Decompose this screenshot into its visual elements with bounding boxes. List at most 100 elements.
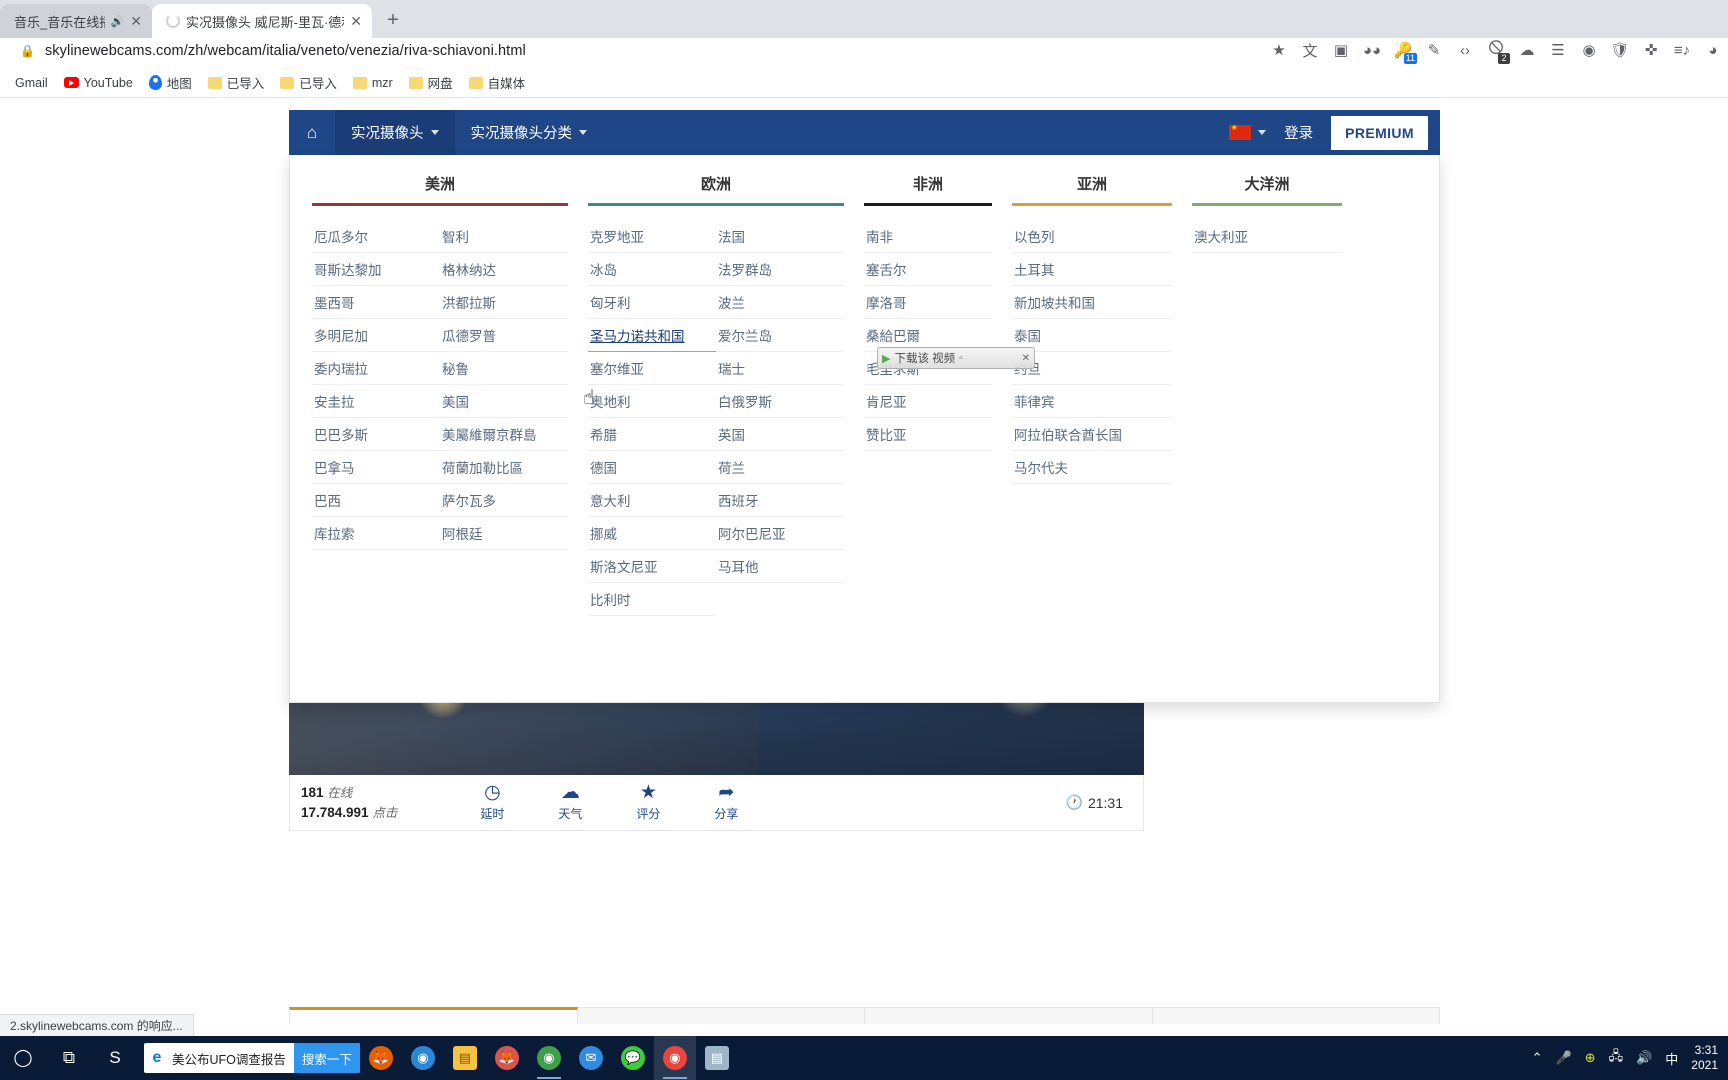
- country-link[interactable]: 巴西: [312, 484, 440, 517]
- browser-tab-active[interactable]: 实况摄像头 威尼斯-里瓦·德利·斯 ✕: [152, 4, 372, 38]
- profile-avatar-icon[interactable]: ◕: [1702, 39, 1724, 61]
- bookmark-gmail[interactable]: Gmail: [8, 72, 55, 94]
- country-link[interactable]: 泰国: [1012, 319, 1172, 352]
- pen-extension-icon[interactable]: ✎: [1423, 39, 1445, 61]
- network-icon[interactable]: 🖧: [1609, 1047, 1624, 1069]
- country-link[interactable]: 冰岛: [588, 253, 716, 286]
- code-extension-icon[interactable]: ‹›: [1454, 39, 1476, 61]
- start-circle-icon[interactable]: ◯: [0, 1036, 46, 1080]
- country-link[interactable]: 荷蘭加勒比區: [440, 451, 568, 484]
- login-link[interactable]: 登录: [1284, 122, 1313, 143]
- bookmark-folder-netdisk[interactable]: 网盘: [402, 69, 460, 96]
- country-link[interactable]: 克罗地亚: [588, 220, 716, 253]
- bookmark-maps[interactable]: 地图: [142, 69, 199, 96]
- country-link[interactable]: 斯洛文尼亚: [588, 550, 716, 583]
- country-link[interactable]: 以色列: [1012, 220, 1172, 253]
- shield-extension-icon[interactable]: 🛡: [1609, 39, 1631, 61]
- country-link[interactable]: 比利时: [588, 583, 716, 616]
- taskbar-app-notes[interactable]: ▤: [696, 1036, 738, 1080]
- timelapse-button[interactable]: ◷ 延时: [469, 783, 515, 822]
- tab-photos[interactable]: 照片: [865, 1007, 1153, 1024]
- country-link[interactable]: 法罗群岛: [716, 253, 844, 286]
- country-link[interactable]: 波兰: [716, 286, 844, 319]
- taskbar-app-waterfox[interactable]: 🦊: [486, 1036, 528, 1080]
- country-link[interactable]: 西班牙: [716, 484, 844, 517]
- country-link[interactable]: 洪都拉斯: [440, 286, 568, 319]
- country-link[interactable]: 肯尼亚: [864, 385, 992, 418]
- tab-description[interactable]: 说明: [577, 1007, 865, 1024]
- country-link[interactable]: 格林纳达: [440, 253, 568, 286]
- close-icon[interactable]: ✕: [130, 14, 142, 28]
- tray-expand-chevron-icon[interactable]: ⌃: [1532, 1050, 1543, 1066]
- country-link-hovered[interactable]: 圣马力诺共和国: [588, 319, 716, 352]
- bookmark-folder-imported-2[interactable]: 已导入: [273, 69, 344, 96]
- country-link[interactable]: 阿根廷: [440, 517, 568, 550]
- glasses-extension-icon[interactable]: ◕◕: [1361, 39, 1383, 61]
- play-icon[interactable]: ▶: [882, 352, 890, 365]
- country-link[interactable]: 哥斯达黎加: [312, 253, 440, 286]
- country-link[interactable]: 巴巴多斯: [312, 418, 440, 451]
- taskbar-clock[interactable]: 3:31 2021: [1691, 1043, 1718, 1073]
- country-link[interactable]: 萨尔瓦多: [440, 484, 568, 517]
- translate-icon[interactable]: 文: [1299, 39, 1321, 61]
- country-link[interactable]: 挪威: [588, 517, 716, 550]
- country-link[interactable]: 马尔代夫: [1012, 451, 1172, 484]
- premium-button[interactable]: PREMIUM: [1331, 115, 1428, 150]
- list-extension-icon[interactable]: ☰: [1547, 39, 1569, 61]
- country-link[interactable]: 南非: [864, 220, 992, 253]
- bookmark-folder-mzr[interactable]: mzr: [346, 72, 400, 94]
- nav-item-cam-categories[interactable]: 实况摄像头分类: [455, 110, 604, 155]
- bookmark-youtube[interactable]: YouTube: [57, 72, 140, 94]
- share-button[interactable]: ➦ 分享: [703, 783, 749, 822]
- password-manager-icon[interactable]: 🔑 11: [1392, 39, 1417, 64]
- adblock-icon[interactable]: 🛇 2: [1485, 39, 1510, 64]
- security-shield-icon[interactable]: ⊕: [1585, 1050, 1596, 1066]
- country-link[interactable]: 多明尼加: [312, 319, 440, 352]
- bookmark-star-icon[interactable]: ★: [1268, 39, 1290, 61]
- country-link[interactable]: 意大利: [588, 484, 716, 517]
- taskbar-app-chrome-1[interactable]: ◉: [528, 1036, 570, 1080]
- weather-button[interactable]: ☁ 天气: [547, 783, 593, 822]
- country-link[interactable]: 瑞士: [716, 352, 844, 385]
- country-link[interactable]: 爱尔兰岛: [716, 319, 844, 352]
- bookmark-folder-imported-1[interactable]: 已导入: [201, 69, 272, 96]
- minimize-icon[interactable]: ▫: [959, 353, 963, 364]
- taskbar-search-box[interactable]: e 美公布UFO调查报告 搜索一下: [144, 1043, 360, 1073]
- taskbar-app-edge[interactable]: ◉: [402, 1036, 444, 1080]
- volume-icon[interactable]: 🔊: [1636, 1050, 1652, 1066]
- country-link[interactable]: 澳大利亚: [1192, 220, 1342, 253]
- country-link[interactable]: 法国: [716, 220, 844, 253]
- country-link[interactable]: 匈牙利: [588, 286, 716, 319]
- country-link[interactable]: 英国: [716, 418, 844, 451]
- globe-extension-icon[interactable]: ◉: [1578, 39, 1600, 61]
- home-icon[interactable]: ⌂: [289, 110, 335, 155]
- rating-button[interactable]: ★ 评分: [625, 783, 671, 822]
- country-link[interactable]: 白俄罗斯: [716, 385, 844, 418]
- country-link[interactable]: 阿拉伯联合酋长国: [1012, 418, 1172, 451]
- sogou-icon[interactable]: S: [92, 1036, 138, 1080]
- puzzle-extensions-icon[interactable]: ✜: [1640, 39, 1662, 61]
- country-link[interactable]: 希腊: [588, 418, 716, 451]
- country-link[interactable]: 赞比亚: [864, 418, 992, 451]
- country-link[interactable]: 摩洛哥: [864, 286, 992, 319]
- close-icon[interactable]: ✕: [350, 14, 362, 28]
- country-link[interactable]: 塞舌尔: [864, 253, 992, 286]
- ime-indicator[interactable]: 中: [1665, 1049, 1678, 1068]
- country-link[interactable]: 塞尔维亚: [588, 352, 716, 385]
- country-link[interactable]: 德国: [588, 451, 716, 484]
- taskbar-app-file-explorer[interactable]: ▤: [444, 1036, 486, 1080]
- country-link[interactable]: 瓜德罗普: [440, 319, 568, 352]
- country-link[interactable]: 智利: [440, 220, 568, 253]
- video-download-popup[interactable]: ▶ 下载该 视频 ▫ ✕: [877, 347, 1035, 369]
- country-link[interactable]: 新加坡共和国: [1012, 286, 1172, 319]
- country-link[interactable]: 奥地利: [588, 385, 716, 418]
- country-link[interactable]: 委内瑞拉: [312, 352, 440, 385]
- country-link[interactable]: 菲律宾: [1012, 385, 1172, 418]
- bookmark-folder-media[interactable]: 自媒体: [462, 69, 533, 96]
- country-link[interactable]: 荷兰: [716, 451, 844, 484]
- taskbar-app-firefox[interactable]: 🦊: [360, 1036, 402, 1080]
- search-submit-button[interactable]: 搜索一下: [293, 1043, 360, 1073]
- tab-nearby-webcams[interactable]: 附近的网络摄像头: [289, 1007, 578, 1024]
- nav-item-live-cams[interactable]: 实况摄像头: [335, 110, 455, 155]
- close-icon[interactable]: ✕: [1022, 353, 1030, 364]
